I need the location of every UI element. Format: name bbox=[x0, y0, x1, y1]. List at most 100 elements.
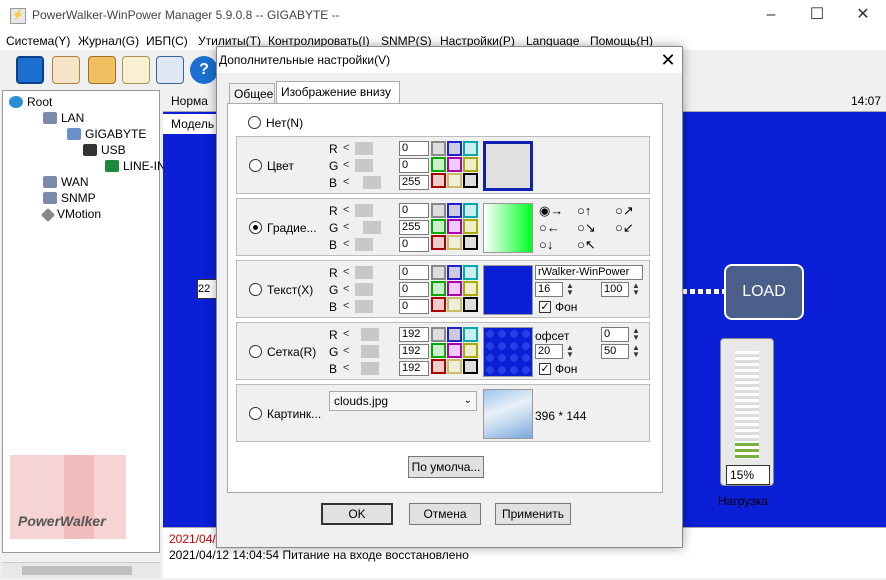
tab-background-image[interactable]: Изображение внизу bbox=[276, 81, 400, 104]
channel-g-label: G bbox=[329, 283, 339, 297]
slider-r[interactable] bbox=[355, 328, 391, 341]
menu-journal[interactable]: Журнал(G) bbox=[78, 34, 139, 48]
tree-node-wan[interactable]: WAN bbox=[43, 175, 89, 189]
tree-node-root[interactable]: Root bbox=[9, 95, 52, 109]
decrement-icon[interactable]: < bbox=[343, 142, 351, 154]
slider-g[interactable] bbox=[355, 283, 391, 296]
spinner-icon[interactable]: ▲ ▼ bbox=[565, 282, 575, 297]
decrement-icon[interactable]: < bbox=[343, 266, 351, 278]
g-value-field[interactable]: 255 bbox=[399, 220, 429, 235]
spinner-icon[interactable]: ▲ ▼ bbox=[565, 344, 575, 359]
decrement-icon[interactable]: < bbox=[343, 204, 351, 216]
spinner-icon[interactable]: ▲ ▼ bbox=[631, 282, 641, 297]
load-caption: Нагрузка bbox=[718, 494, 768, 508]
notes-icon[interactable] bbox=[122, 56, 150, 84]
decrement-icon[interactable]: < bbox=[343, 159, 351, 171]
r-value-field[interactable]: 0 bbox=[399, 203, 429, 218]
g-value-field[interactable]: 192 bbox=[399, 344, 429, 359]
decrement-icon[interactable]: < bbox=[343, 345, 351, 357]
text-content-field[interactable]: rWalker-WinPower bbox=[535, 265, 643, 280]
ok-button[interactable]: OK bbox=[321, 503, 393, 525]
b-value-field[interactable]: 0 bbox=[399, 299, 429, 314]
b-value-field[interactable]: 255 bbox=[399, 175, 429, 190]
g-value-field[interactable]: 0 bbox=[399, 282, 429, 297]
power-icon[interactable] bbox=[16, 56, 44, 84]
radio-image[interactable] bbox=[249, 407, 262, 420]
radio-grid[interactable] bbox=[249, 345, 262, 358]
grid-size-field[interactable]: 50 bbox=[601, 344, 629, 359]
r-value-field[interactable]: 0 bbox=[399, 141, 429, 156]
gradient-right-to-left-option[interactable]: ○← bbox=[539, 220, 560, 235]
spinner-icon[interactable]: ▲ ▼ bbox=[631, 344, 641, 359]
tree-node-host[interactable]: GIGABYTE bbox=[67, 127, 146, 141]
slider-g[interactable] bbox=[355, 221, 391, 234]
decrement-icon[interactable]: < bbox=[343, 328, 351, 340]
maximize-icon[interactable]: ☐ bbox=[794, 0, 840, 32]
slider-g[interactable] bbox=[355, 345, 391, 358]
slider-r[interactable] bbox=[355, 204, 391, 217]
table-icon[interactable] bbox=[156, 56, 184, 84]
tree-node-ups[interactable]: LINE-IN bbox=[105, 159, 166, 173]
slider-r[interactable] bbox=[355, 142, 391, 155]
image-file-select[interactable]: clouds.jpg ⌄ bbox=[329, 391, 477, 411]
g-value-field[interactable]: 0 bbox=[399, 158, 429, 173]
grid-cell-field[interactable]: 20 bbox=[535, 344, 563, 359]
text-background-checkbox[interactable]: ✓ bbox=[539, 301, 551, 313]
r-value-field[interactable]: 192 bbox=[399, 327, 429, 342]
radio-color[interactable] bbox=[249, 159, 262, 172]
decrement-icon[interactable]: < bbox=[343, 283, 351, 295]
slider-b[interactable] bbox=[355, 176, 391, 189]
radio-gradient[interactable] bbox=[249, 221, 262, 234]
network-icon bbox=[43, 192, 57, 204]
radio-text[interactable] bbox=[249, 283, 262, 296]
color-palette[interactable] bbox=[431, 265, 481, 315]
tree-node-lan[interactable]: LAN bbox=[43, 111, 84, 125]
tree-horizontal-scrollbar[interactable] bbox=[2, 562, 160, 578]
gradient-diagonal-up-right-option[interactable]: ○↗ bbox=[615, 203, 634, 219]
tree-node-vmotion[interactable]: VMotion bbox=[40, 207, 101, 223]
users-icon[interactable] bbox=[88, 56, 116, 84]
tab-general[interactable]: Общее bbox=[229, 83, 275, 103]
slider-b[interactable] bbox=[355, 362, 391, 375]
help-icon[interactable]: ? bbox=[190, 56, 218, 84]
b-value-field[interactable]: 0 bbox=[399, 237, 429, 252]
slider-b[interactable] bbox=[355, 300, 391, 313]
grid-background-checkbox[interactable]: ✓ bbox=[539, 363, 551, 375]
gradient-left-to-right-option[interactable]: ◉→ bbox=[539, 203, 563, 219]
defaults-button[interactable]: По умолча... bbox=[408, 456, 484, 478]
calendar-icon[interactable] bbox=[52, 56, 80, 84]
diamond-icon bbox=[40, 207, 56, 223]
gradient-top-to-bottom-option[interactable]: ○↓ bbox=[539, 237, 553, 252]
close-icon[interactable]: ✕ bbox=[657, 49, 679, 71]
menu-system[interactable]: Система(Y) bbox=[6, 34, 70, 48]
close-icon[interactable]: ✕ bbox=[840, 0, 886, 32]
radio-none[interactable] bbox=[248, 116, 261, 129]
color-palette[interactable] bbox=[431, 203, 481, 253]
text-size-field[interactable]: 16 bbox=[535, 282, 563, 297]
decrement-icon[interactable]: < bbox=[343, 362, 351, 374]
gradient-bottom-to-top-option[interactable]: ○↑ bbox=[577, 203, 591, 218]
spinner-icon[interactable]: ▲ ▼ bbox=[631, 327, 641, 342]
slider-g[interactable] bbox=[355, 159, 391, 172]
decrement-icon[interactable]: < bbox=[343, 176, 351, 188]
gradient-diagonal-down-right-option[interactable]: ○↘ bbox=[577, 220, 596, 236]
gradient-diagonal-up-left-option[interactable]: ○↖ bbox=[577, 237, 596, 253]
gradient-diagonal-down-left-option[interactable]: ○↙ bbox=[615, 220, 634, 236]
minimize-icon[interactable]: – bbox=[748, 0, 794, 32]
tree-node-snmp[interactable]: SNMP bbox=[43, 191, 96, 205]
text-scale-field[interactable]: 100 bbox=[601, 282, 629, 297]
slider-r[interactable] bbox=[355, 266, 391, 279]
cancel-button[interactable]: Отмена bbox=[409, 503, 481, 525]
decrement-icon[interactable]: < bbox=[343, 238, 351, 250]
decrement-icon[interactable]: < bbox=[343, 221, 351, 233]
color-palette[interactable] bbox=[431, 327, 481, 377]
r-value-field[interactable]: 0 bbox=[399, 265, 429, 280]
tree-node-usb[interactable]: USB bbox=[83, 143, 126, 157]
menu-ups[interactable]: ИБП(C) bbox=[146, 34, 188, 48]
slider-b[interactable] bbox=[355, 238, 391, 251]
b-value-field[interactable]: 192 bbox=[399, 361, 429, 376]
apply-button[interactable]: Применить bbox=[495, 503, 571, 525]
grid-offset-field[interactable]: 0 bbox=[601, 327, 629, 342]
color-palette[interactable] bbox=[431, 141, 481, 191]
decrement-icon[interactable]: < bbox=[343, 300, 351, 312]
